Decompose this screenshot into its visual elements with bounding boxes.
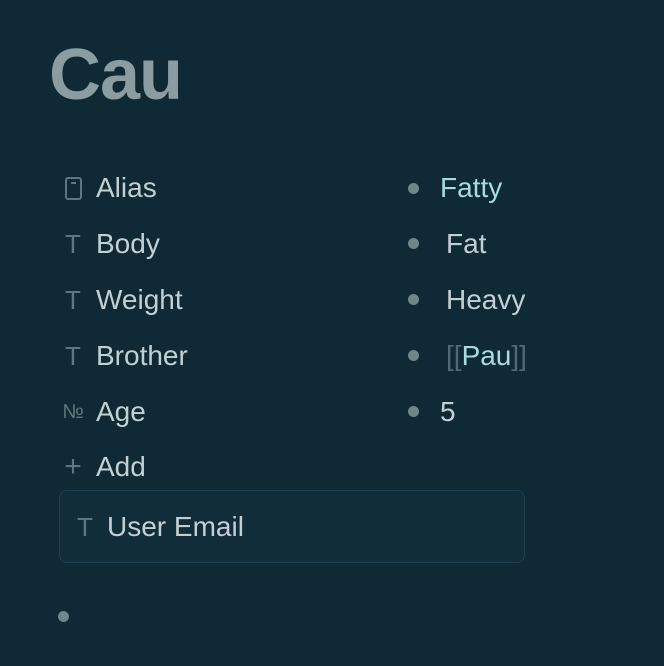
property-bullet xyxy=(408,294,419,305)
property-value-brother: [[Pau]] xyxy=(446,336,527,376)
reference-bracket-close: ]] xyxy=(511,340,527,371)
new-property-name[interactable]: User Email xyxy=(107,507,244,547)
page-title[interactable]: Cau xyxy=(49,34,183,116)
new-property-input[interactable]: T User Email xyxy=(59,490,525,563)
property-row-age: № Age 5 xyxy=(58,392,618,432)
alias-icon[interactable] xyxy=(58,168,88,208)
text-type-icon[interactable]: T xyxy=(58,336,88,376)
property-name-weight[interactable]: Weight xyxy=(96,280,183,320)
number-type-icon[interactable]: № xyxy=(58,392,88,432)
text-type-icon[interactable]: T xyxy=(58,280,88,320)
property-name-body[interactable]: Body xyxy=(96,224,160,264)
property-name-alias[interactable]: Alias xyxy=(96,168,157,208)
property-name-brother[interactable]: Brother xyxy=(96,336,188,376)
empty-block-bullet[interactable] xyxy=(58,611,69,622)
property-bullet xyxy=(408,183,419,194)
property-name-age[interactable]: Age xyxy=(96,392,146,432)
property-value-age[interactable]: 5 xyxy=(440,392,456,432)
property-value-body[interactable]: Fat xyxy=(446,224,486,264)
property-value-alias[interactable]: Fatty xyxy=(440,168,502,208)
text-type-icon[interactable]: T xyxy=(72,507,98,547)
text-type-icon[interactable]: T xyxy=(58,224,88,264)
property-row-brother: T Brother [[Pau]] xyxy=(58,336,618,376)
property-value-weight[interactable]: Heavy xyxy=(446,280,525,320)
page-reference-link[interactable]: Pau xyxy=(462,340,512,371)
property-row-weight: T Weight Heavy xyxy=(58,280,618,320)
plus-icon: + xyxy=(64,450,82,483)
property-row-alias: Alias Fatty xyxy=(58,168,618,208)
reference-bracket-open: [[ xyxy=(446,340,462,371)
property-bullet xyxy=(408,406,419,417)
property-bullet xyxy=(408,350,419,361)
property-row-body: T Body Fat xyxy=(58,224,618,264)
property-bullet xyxy=(408,238,419,249)
